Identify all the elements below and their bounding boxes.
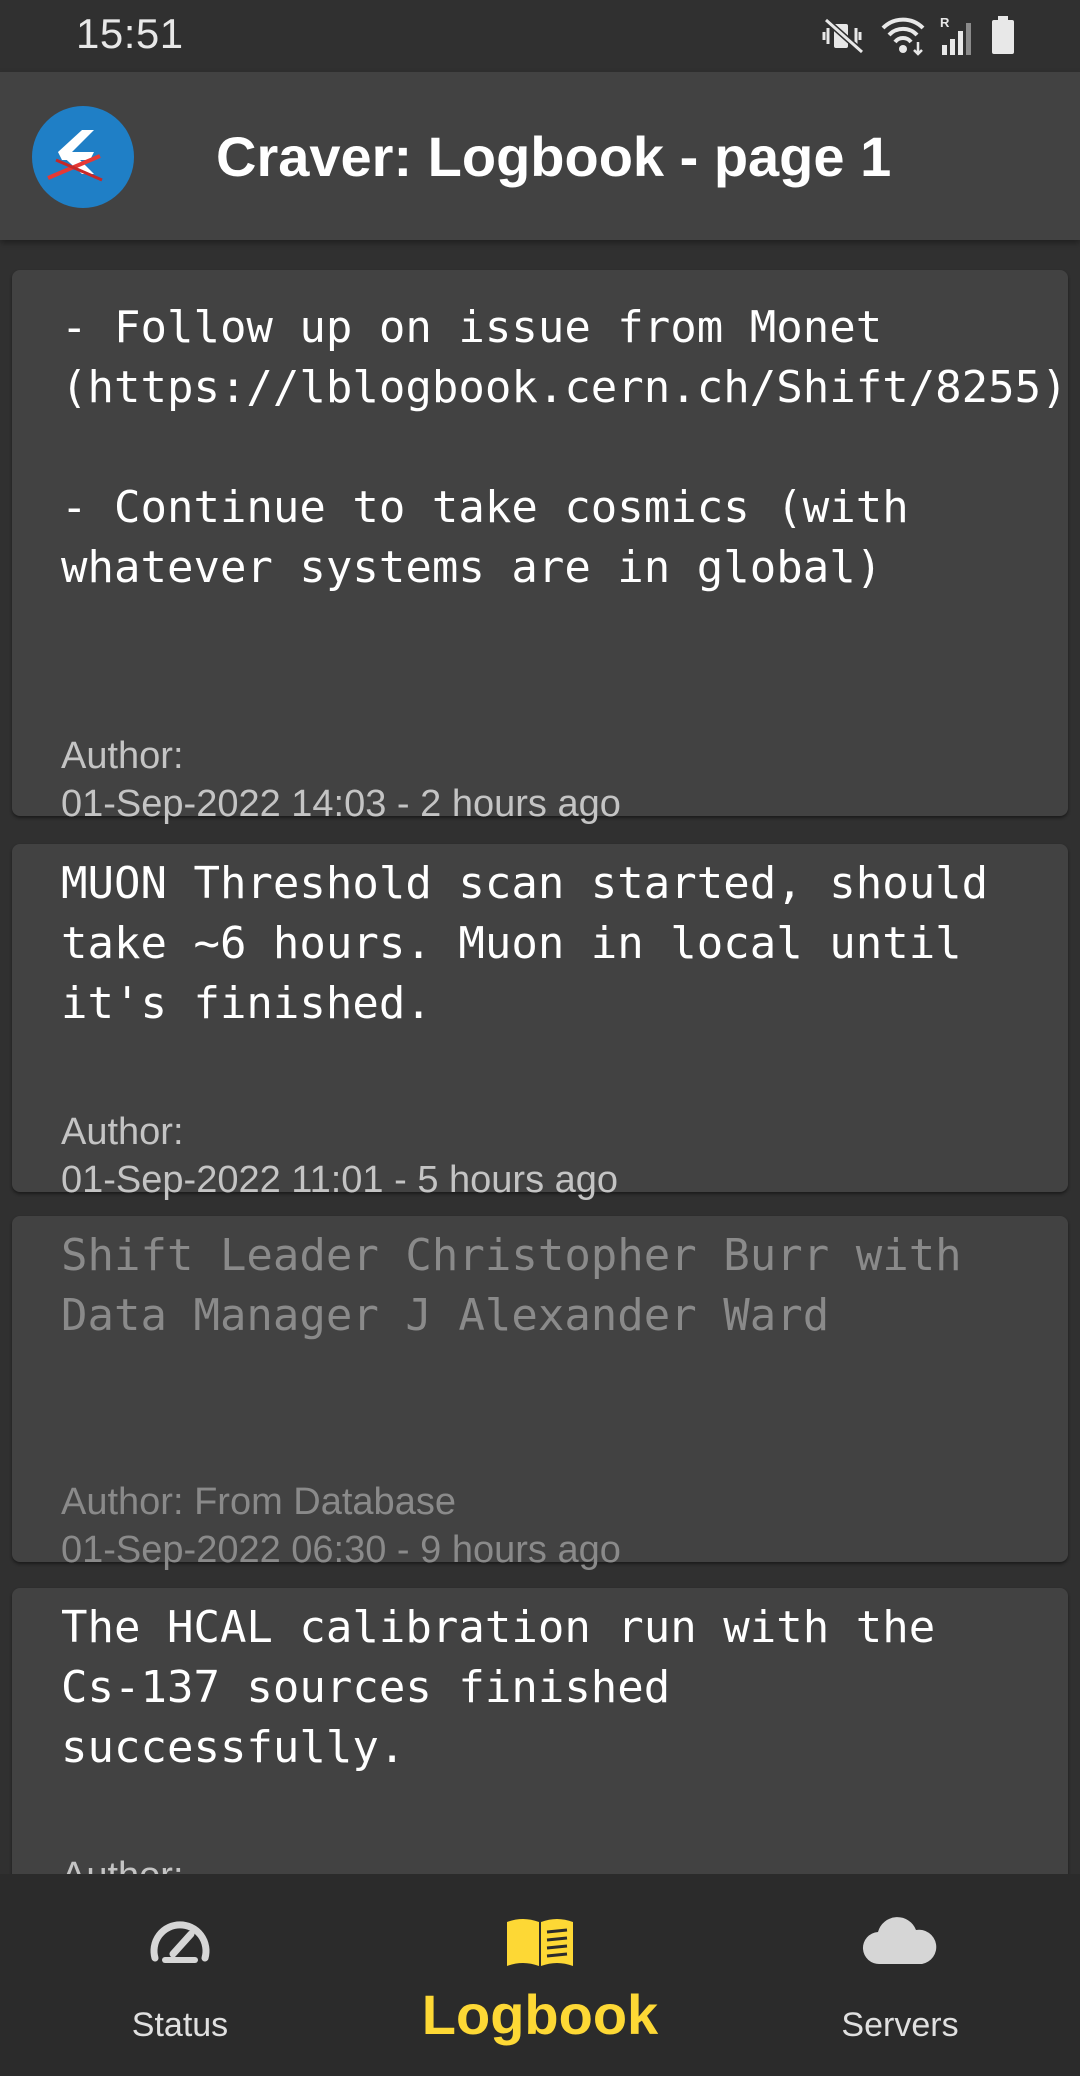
status-bar: 15:51 R <box>0 0 1080 72</box>
nav-logbook-tab[interactable]: Logbook <box>380 1874 700 2076</box>
page-title: Craver: Logbook - page 1 <box>216 125 892 188</box>
logbook-feed[interactable]: - Follow up on issue from Monet (https:/… <box>0 240 1080 1874</box>
entry-meta: Author: <box>12 1852 184 1874</box>
entry-timestamp: 01-Sep-2022 14:03 - 2 hours ago <box>61 783 621 825</box>
entry-text: MUON Threshold scan started, should take… <box>61 858 1015 1029</box>
entry-author: Author: <box>61 1111 184 1153</box>
nav-status-tab[interactable]: Status <box>80 1874 280 2076</box>
entry-timestamp: 01-Sep-2022 11:01 - 5 hours ago <box>61 1159 619 1201</box>
nav-servers-label: Servers <box>841 2006 959 2044</box>
entry-text: Shift Leader Christopher Burr with Data … <box>61 1230 989 1341</box>
speedometer-icon <box>147 1914 213 1971</box>
nav-logbook-label: Logbook <box>421 1983 659 2046</box>
logbook-entry[interactable]: - Follow up on issue from Monet (https:/… <box>12 270 1068 825</box>
cloud-icon <box>862 1916 938 1973</box>
book-icon <box>505 1916 575 1973</box>
nav-status-label: Status <box>131 2006 229 2044</box>
logbook-entry[interactable]: MUON Threshold scan started, should take… <box>12 844 1068 1201</box>
entry-text: - Follow up on issue from Monet (https:/… <box>61 302 1068 593</box>
app-bar: Craver: Logbook - page 1 <box>0 72 1080 240</box>
signal-icon: R <box>940 15 976 57</box>
nav-servers-tab[interactable]: Servers <box>800 1874 1000 2076</box>
entry-author: Author: <box>61 735 184 777</box>
status-icons: R <box>822 14 1016 58</box>
craver-logo-icon[interactable] <box>32 106 134 208</box>
status-time: 15:51 <box>76 10 184 57</box>
entry-meta: Author: 01-Sep-2022 11:01 - 5 hours ago <box>12 1108 618 1204</box>
logbook-entry[interactable]: Shift Leader Christopher Burr with Data … <box>12 1216 1068 1571</box>
entry-timestamp: 01-Sep-2022 06:30 - 9 hours ago <box>61 1529 621 1571</box>
wifi-icon <box>880 16 926 56</box>
entry-meta: Author: 01-Sep-2022 14:03 - 2 hours ago <box>12 732 621 828</box>
bottom-navigation: Status Logbook Servers <box>0 1874 1080 2076</box>
entry-meta: Author: From Database 01-Sep-2022 06:30 … <box>12 1478 621 1574</box>
entry-author: Author: From Database <box>61 1481 456 1523</box>
battery-icon <box>990 16 1016 56</box>
mute-vibrate-icon <box>822 16 866 56</box>
entry-author: Author: <box>61 1852 184 1874</box>
svg-text:R: R <box>940 15 950 30</box>
entry-text: The HCAL calibration run with the Cs-137… <box>61 1602 962 1773</box>
logbook-entry[interactable]: The HCAL calibration run with the Cs-137… <box>12 1588 1068 1874</box>
